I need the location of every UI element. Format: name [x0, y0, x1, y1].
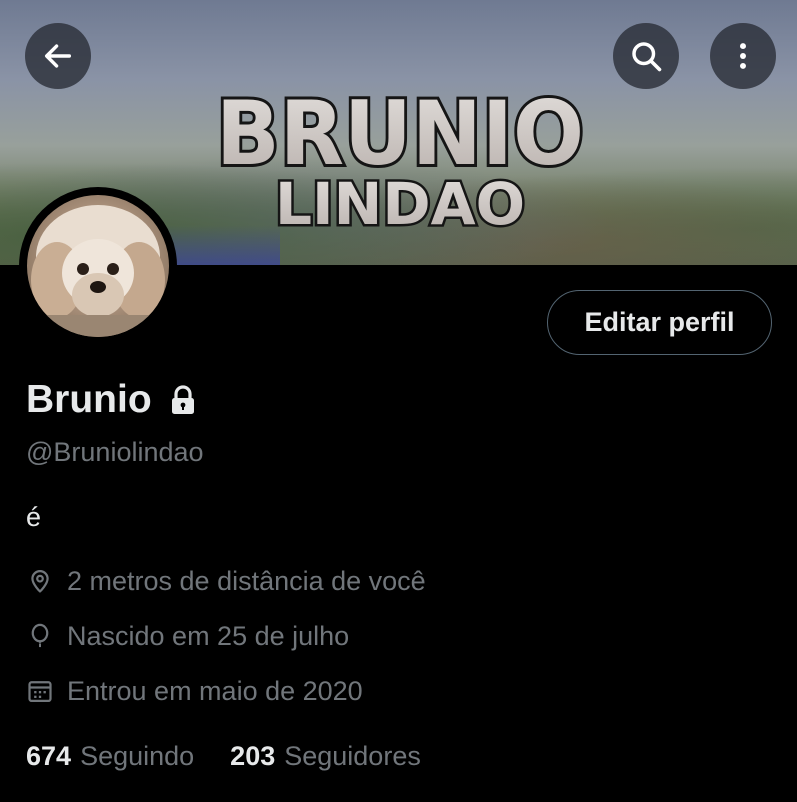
followers-link[interactable]: 203 Seguidores — [230, 741, 421, 772]
avatar[interactable] — [19, 187, 177, 345]
follow-stats: 674 Seguindo 203 Seguidores — [26, 739, 421, 773]
banner-logo: BRUNIO LINDAO — [213, 79, 587, 232]
arrow-left-icon — [44, 44, 72, 68]
followers-label: Seguidores — [284, 740, 421, 771]
following-label: Seguindo — [80, 740, 195, 771]
more-options-button[interactable] — [710, 23, 776, 89]
location-text: 2 metros de distância de você — [67, 565, 426, 596]
joined-row: Entrou em maio de 2020 — [26, 674, 363, 708]
avatar-image — [27, 195, 169, 337]
search-button[interactable] — [613, 23, 679, 89]
following-link[interactable]: 674 Seguindo — [26, 741, 194, 772]
username-handle: @Bruniolindao — [26, 437, 204, 467]
birthdate-row: Nascido em 25 de julho — [26, 619, 349, 653]
banner-logo-line2: LINDAO — [275, 170, 525, 232]
following-count: 674 — [26, 740, 72, 771]
display-name: Brunio — [26, 378, 152, 421]
lock-icon — [171, 385, 194, 414]
search-icon — [632, 42, 662, 72]
followers-count: 203 — [230, 740, 276, 771]
bio-text: é — [26, 502, 42, 532]
location-pin-icon — [31, 570, 49, 593]
location-row: 2 metros de distância de você — [26, 564, 426, 598]
edit-profile-button[interactable]: Editar perfil — [547, 290, 772, 355]
back-button[interactable] — [25, 23, 91, 89]
profile-name-row: Brunio — [26, 378, 196, 422]
dog-photo — [27, 205, 169, 337]
birthdate-text: Nascido em 25 de julho — [67, 620, 350, 651]
calendar-icon — [28, 681, 52, 703]
more-vertical-icon — [740, 43, 746, 69]
balloon-icon — [31, 623, 49, 648]
joined-text: Entrou em maio de 2020 — [67, 675, 363, 706]
